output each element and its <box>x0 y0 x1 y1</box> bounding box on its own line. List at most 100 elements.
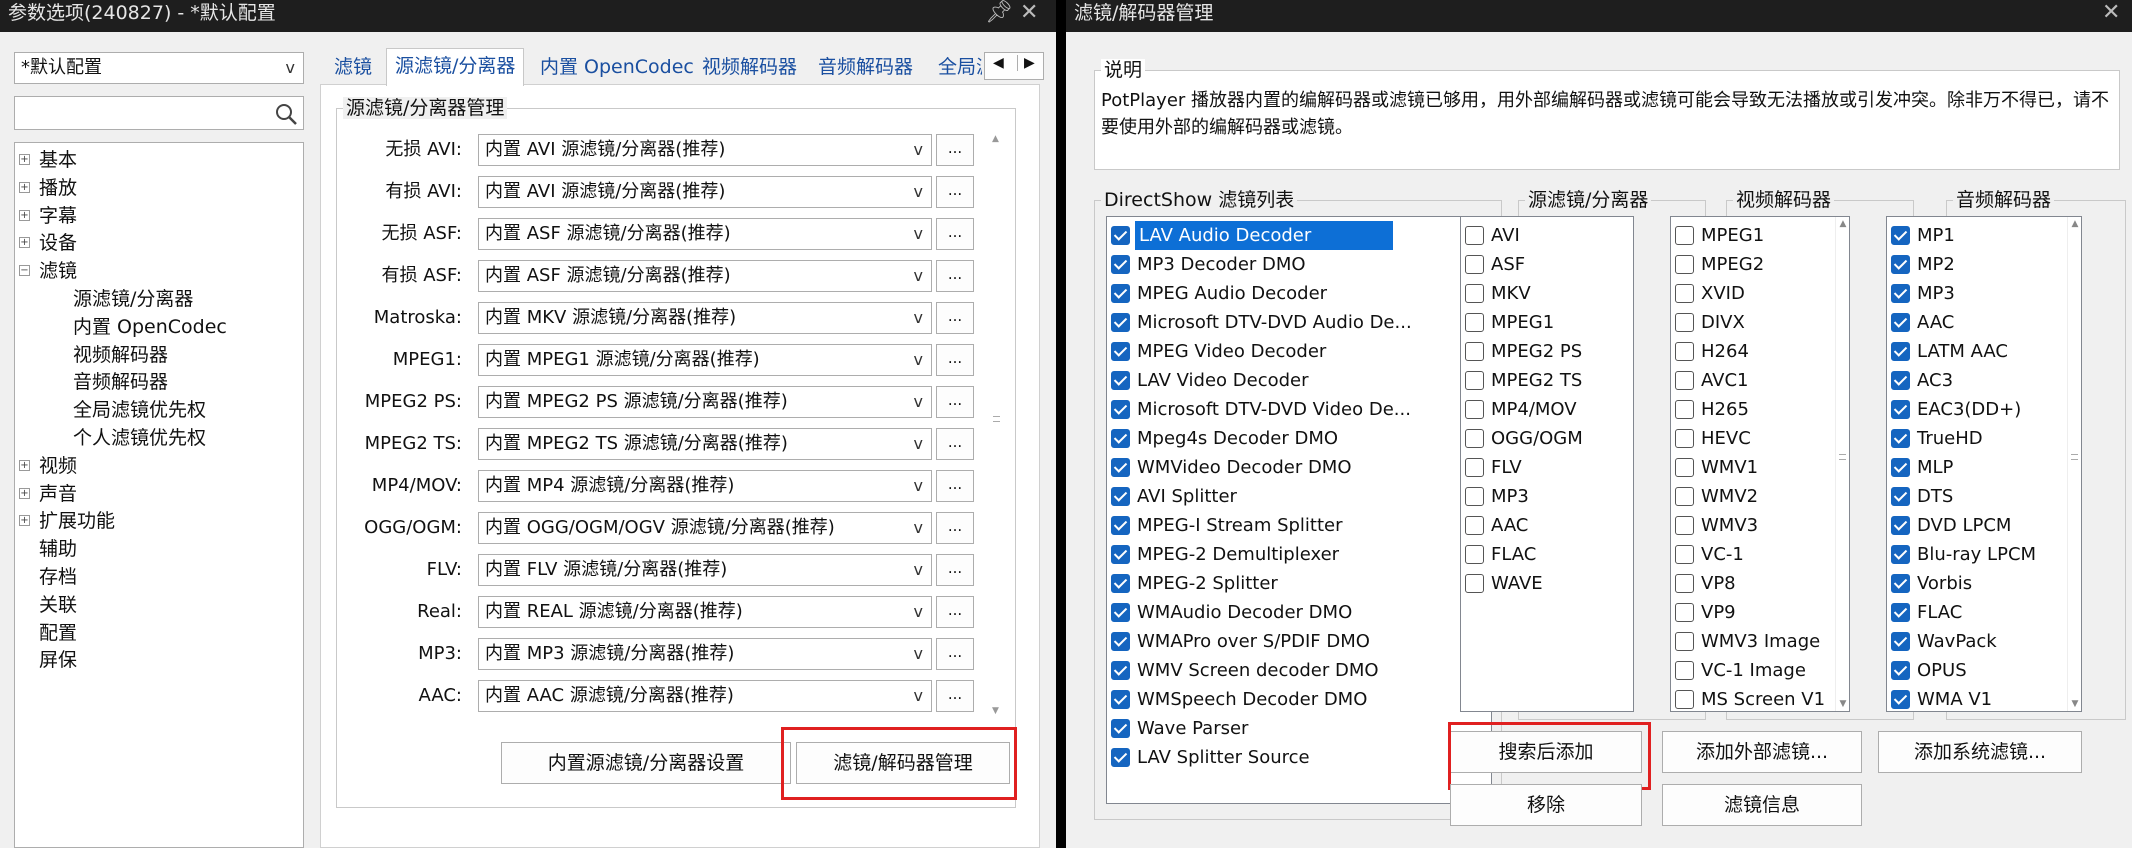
splitter-select[interactable]: 内置 MPEG2 PS 源滤镜/分离器(推荐) v <box>478 386 932 418</box>
splitter-options-button[interactable]: ... <box>936 260 974 292</box>
checkbox-checked-icon[interactable] <box>1891 632 1910 651</box>
checkbox-checked-icon[interactable] <box>1891 371 1910 390</box>
tree-item[interactable]: + 扩展功能 <box>19 508 115 534</box>
splitter-options-button[interactable]: ... <box>936 680 974 712</box>
tree-item[interactable]: 存档 <box>19 564 77 590</box>
splitter-options-button[interactable]: ... <box>936 554 974 586</box>
collapse-icon[interactable]: − <box>19 265 30 277</box>
scroll-down-icon[interactable]: ▼ <box>2068 699 2081 709</box>
video-decoder-list[interactable]: ▲ ▼ MPEG1 MPEG2 XVID DIVX H264 AVC1 H265 HEVC WM… <box>1670 216 1850 712</box>
checkbox-checked-icon[interactable] <box>1111 371 1130 390</box>
checkbox-checked-icon[interactable] <box>1891 226 1910 245</box>
tab-5[interactable]: 全局滤 <box>938 50 982 84</box>
splitter-select[interactable]: 内置 OGG/OGM/OGV 源滤镜/分离器(推荐) v <box>478 512 932 544</box>
tab-scroll-left-icon[interactable]: ◀ <box>993 55 1004 71</box>
scroll-up-icon[interactable]: ▲ <box>1836 219 1849 229</box>
checkbox-checked-icon[interactable] <box>1111 603 1130 622</box>
expand-icon[interactable]: + <box>19 181 30 193</box>
checkbox-checked-icon[interactable] <box>1891 429 1910 448</box>
tree-item[interactable]: + 基本 <box>19 147 77 173</box>
checkbox-checked-icon[interactable] <box>1891 603 1910 622</box>
checkbox-unchecked-icon[interactable] <box>1675 632 1694 651</box>
audio-decoder-list[interactable]: ▲ ▼ MP1 MP2 MP3 AAC LATM AAC AC3 EAC3(DD+) True… <box>1886 216 2082 712</box>
tree-item[interactable]: + 设备 <box>19 230 77 256</box>
splitter-options-button[interactable]: ... <box>936 596 974 628</box>
search-icon[interactable] <box>275 103 297 125</box>
video-list-scrollbar[interactable]: ▲ ▼ <box>1835 217 1849 711</box>
expand-icon[interactable]: + <box>19 487 30 499</box>
checkbox-checked-icon[interactable] <box>1111 574 1130 593</box>
checkbox-unchecked-icon[interactable] <box>1465 458 1484 477</box>
splitter-options-button[interactable]: ... <box>936 176 974 208</box>
source-splitter-list[interactable]: AVI ASF MKV MPEG1 MPEG2 PS MPEG2 TS MP4/MOV OGG… <box>1460 216 1634 712</box>
checkbox-unchecked-icon[interactable] <box>1675 487 1694 506</box>
checkbox-unchecked-icon[interactable] <box>1465 487 1484 506</box>
tree-item[interactable]: 配置 <box>19 620 77 646</box>
checkbox-unchecked-icon[interactable] <box>1675 400 1694 419</box>
checkbox-unchecked-icon[interactable] <box>1675 574 1694 593</box>
checkbox-unchecked-icon[interactable] <box>1465 574 1484 593</box>
audio-list-scrollbar[interactable]: ▲ ▼ <box>2067 217 2081 711</box>
checkbox-checked-icon[interactable] <box>1111 719 1130 738</box>
checkbox-checked-icon[interactable] <box>1891 342 1910 361</box>
filter-manager-button[interactable]: 滤镜/解码器管理 <box>796 742 1010 784</box>
checkbox-unchecked-icon[interactable] <box>1675 661 1694 680</box>
expand-icon[interactable]: + <box>19 459 30 471</box>
checkbox-unchecked-icon[interactable] <box>1675 458 1694 477</box>
tab-scroll-right-icon[interactable]: ▶ <box>1017 55 1035 71</box>
splitter-select[interactable]: 内置 AVI 源滤镜/分离器(推荐) v <box>478 176 932 208</box>
checkbox-checked-icon[interactable] <box>1111 255 1130 274</box>
tree-item[interactable]: 视频解码器 <box>53 342 168 368</box>
tab-0[interactable]: 滤镜 <box>334 50 372 84</box>
tab-4[interactable]: 音频解码器 <box>818 50 913 84</box>
tree-item[interactable]: 屏保 <box>19 647 77 673</box>
splitter-options-button[interactable]: ... <box>936 134 974 166</box>
scroll-up-icon[interactable]: ▲ <box>2068 219 2081 229</box>
checkbox-checked-icon[interactable] <box>1111 400 1130 419</box>
splitter-options-button[interactable]: ... <box>936 470 974 502</box>
checkbox-checked-icon[interactable] <box>1111 284 1130 303</box>
tab-1[interactable]: 源滤镜/分离器 <box>386 48 525 86</box>
remove-button[interactable]: 移除 <box>1450 784 1642 826</box>
checkbox-unchecked-icon[interactable] <box>1465 313 1484 332</box>
tree-item[interactable]: 辅助 <box>19 536 77 562</box>
tree-item[interactable]: 关联 <box>19 592 77 618</box>
splitter-options-button[interactable]: ... <box>936 428 974 460</box>
checkbox-checked-icon[interactable] <box>1891 400 1910 419</box>
splitter-select[interactable]: 内置 AVI 源滤镜/分离器(推荐) v <box>478 134 932 166</box>
splitter-select[interactable]: 内置 MP4 源滤镜/分离器(推荐) v <box>478 470 932 502</box>
tree-item[interactable]: 内置 OpenCodec <box>53 314 227 340</box>
checkbox-unchecked-icon[interactable] <box>1465 516 1484 535</box>
checkbox-checked-icon[interactable] <box>1111 429 1130 448</box>
tab-2[interactable]: 内置 OpenCodec <box>540 50 694 84</box>
builtin-splitter-settings-button[interactable]: 内置源滤镜/分离器设置 <box>501 742 791 784</box>
checkbox-unchecked-icon[interactable] <box>1465 342 1484 361</box>
tree-item[interactable]: + 播放 <box>19 175 77 201</box>
checkbox-checked-icon[interactable] <box>1891 284 1910 303</box>
scroll-down-icon[interactable]: ▼ <box>992 706 999 716</box>
checkbox-checked-icon[interactable] <box>1111 545 1130 564</box>
splitter-select[interactable]: 内置 ASF 源滤镜/分离器(推荐) v <box>478 260 932 292</box>
tab-3[interactable]: 视频解码器 <box>702 50 797 84</box>
checkbox-unchecked-icon[interactable] <box>1465 545 1484 564</box>
checkbox-checked-icon[interactable] <box>1111 516 1130 535</box>
checkbox-checked-icon[interactable] <box>1111 313 1130 332</box>
tree-item[interactable]: + 字幕 <box>19 203 77 229</box>
checkbox-checked-icon[interactable] <box>1891 516 1910 535</box>
scroll-down-icon[interactable]: ▼ <box>1836 699 1849 709</box>
checkbox-checked-icon[interactable] <box>1111 632 1130 651</box>
scroll-up-icon[interactable]: ▲ <box>992 134 999 144</box>
checkbox-checked-icon[interactable] <box>1111 661 1130 680</box>
search-input[interactable] <box>14 96 304 130</box>
checkbox-checked-icon[interactable] <box>1111 342 1130 361</box>
checkbox-unchecked-icon[interactable] <box>1465 429 1484 448</box>
checkbox-unchecked-icon[interactable] <box>1675 284 1694 303</box>
checkbox-checked-icon[interactable] <box>1891 545 1910 564</box>
checkbox-unchecked-icon[interactable] <box>1465 400 1484 419</box>
expand-icon[interactable]: + <box>19 209 30 221</box>
add-system-filter-button[interactable]: 添加系统滤镜... <box>1878 731 2082 773</box>
checkbox-unchecked-icon[interactable] <box>1675 603 1694 622</box>
splitter-select[interactable]: 内置 MPEG2 TS 源滤镜/分离器(推荐) v <box>478 428 932 460</box>
directshow-list[interactable]: LAV Audio Decoder MP3 Decoder DMO MPEG Aud… <box>1106 216 1492 804</box>
checkbox-unchecked-icon[interactable] <box>1465 371 1484 390</box>
